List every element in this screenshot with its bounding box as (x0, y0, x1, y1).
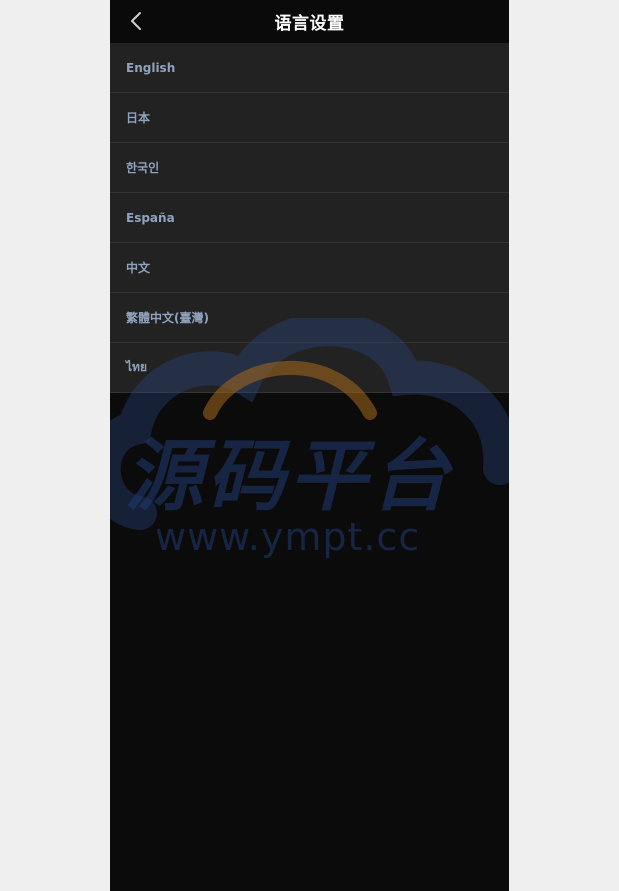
back-button[interactable] (124, 9, 148, 33)
language-label: 中文 (126, 261, 151, 275)
top-nav-bar: 语言设置 (110, 0, 509, 43)
language-option-spanish[interactable]: España (110, 193, 509, 243)
language-option-korean[interactable]: 한국인 (110, 143, 509, 193)
page-title: 语言设置 (274, 14, 345, 34)
watermark-title: 源码平台 (125, 432, 454, 522)
language-label: 한국인 (126, 161, 160, 175)
language-label: 繁體中文(臺灣) (126, 311, 209, 325)
language-option-thai[interactable]: ไทย (110, 343, 509, 393)
language-option-chinese-simplified[interactable]: 中文 (110, 243, 509, 293)
chevron-left-icon (131, 12, 141, 30)
language-label: English (126, 60, 176, 75)
language-option-chinese-traditional[interactable]: 繁體中文(臺灣) (110, 293, 509, 343)
language-label: España (126, 210, 175, 225)
language-label: 日本 (126, 111, 151, 125)
language-option-japanese[interactable]: 日本 (110, 93, 509, 143)
language-label: ไทย (126, 360, 147, 374)
watermark-url: www.ympt.cc (155, 515, 420, 559)
language-option-english[interactable]: English (110, 43, 509, 93)
app-screen: 语言设置 English 日本 한국인 España 中文 繁體中文(臺灣) ไ… (110, 0, 509, 891)
language-list: English 日本 한국인 España 中文 繁體中文(臺灣) ไทย (110, 43, 509, 393)
